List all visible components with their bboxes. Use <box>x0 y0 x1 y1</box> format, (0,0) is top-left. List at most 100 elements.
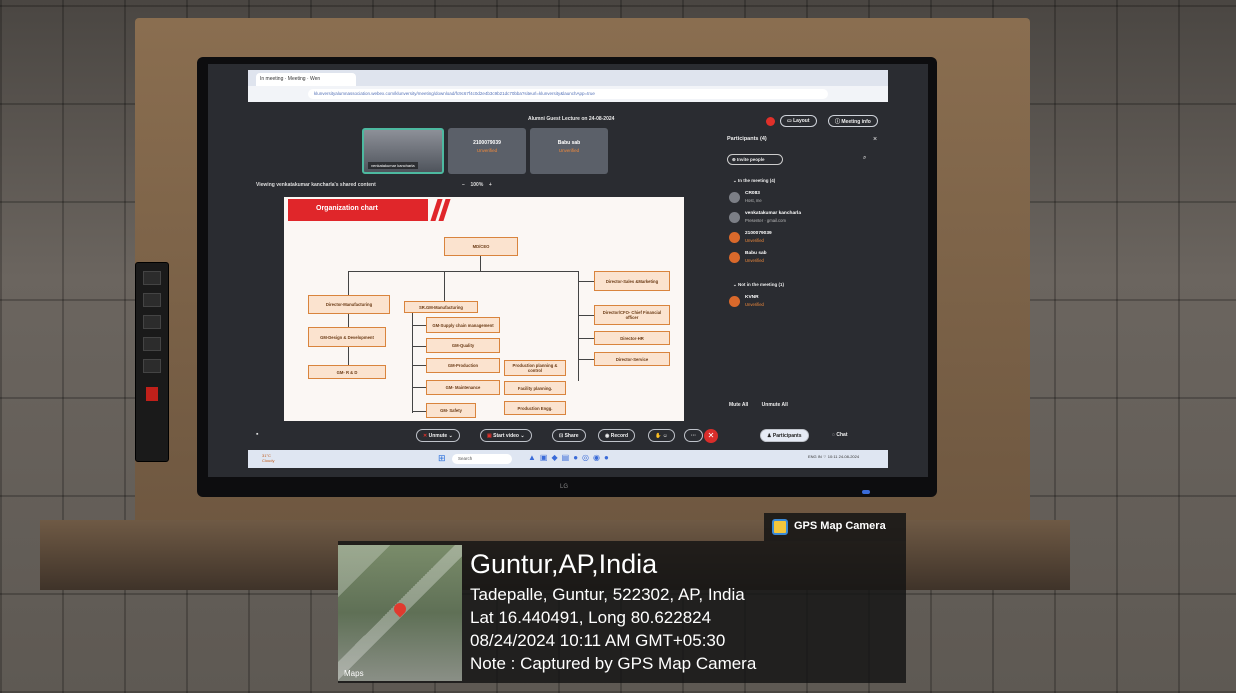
participant-status: Unverified <box>745 238 764 243</box>
participant-item[interactable]: venkatakumar kancharla Presenter · gmail… <box>729 210 879 230</box>
unmute-all-button[interactable]: Unmute All <box>762 402 788 408</box>
participants-button[interactable]: ♟ Participants <box>760 429 809 442</box>
language-indicator[interactable]: ENG IN <box>808 454 822 459</box>
taskbar-search[interactable]: Search <box>452 454 512 464</box>
org-connector <box>578 271 579 381</box>
participant-name: CR083 <box>745 191 760 196</box>
org-connector <box>412 387 426 388</box>
tv-screen: In meeting · Meeting · Wen klunversityal… <box>208 64 928 477</box>
zoom-in-button[interactable]: + <box>489 182 492 188</box>
org-node: Director-Sales &Marketing <box>594 271 670 291</box>
clock-time[interactable]: 10:11 <box>828 454 838 459</box>
chat-button[interactable]: ◌ Chat <box>826 429 854 442</box>
system-tray: ENG IN ⌔ 10:11 24-08-2024 <box>808 454 859 460</box>
record-button[interactable]: ◉ Record <box>598 429 635 442</box>
power-strip <box>135 262 169 462</box>
mute-all-button[interactable]: Mute All <box>729 402 748 408</box>
org-node: Facility planning. <box>504 381 566 395</box>
leave-meeting-button[interactable]: ✕ <box>704 429 718 443</box>
unmute-button[interactable]: ✕ Unmute ⌄ <box>416 429 460 442</box>
windows-taskbar: 31°C Cloudy ⊞ Search ▲▣◆▤●◎◉● ENG IN ⌔ 1… <box>248 450 888 468</box>
viewing-shared-content-label: Viewing venkatakumar kancharla's shared … <box>256 182 376 188</box>
hand-icon: ✋ ☺ <box>655 433 668 439</box>
participant-name: venkatakumar kancharla <box>745 211 801 216</box>
in-meeting-header[interactable]: ⌄ In the meeting (4) <box>733 178 775 184</box>
avatar <box>729 232 740 243</box>
org-connector <box>578 281 594 282</box>
reactions-button[interactable]: ✋ ☺ <box>648 429 675 442</box>
weather-desc: Cloudy <box>262 458 275 463</box>
video-tile[interactable]: 2100079039 Unverified <box>448 128 526 174</box>
browser-tab-bar: In meeting · Meeting · Wen <box>248 70 888 86</box>
start-video-button[interactable]: ▣ Start video ⌄ <box>480 429 532 442</box>
not-in-meeting-header[interactable]: ⌄ Not in the meeting (1) <box>733 282 784 288</box>
org-connector <box>412 365 426 366</box>
chat-label: Chat <box>836 432 848 438</box>
browser-tab[interactable]: In meeting · Meeting · Wen <box>256 73 356 86</box>
invite-label: Invite people <box>737 157 765 162</box>
share-label: Share <box>564 433 579 439</box>
participant-item[interactable]: CR083 Host, me <box>729 190 879 210</box>
org-node: GM- Safety <box>426 403 476 418</box>
org-connector <box>578 359 594 360</box>
org-node: Production Engg. <box>504 401 566 415</box>
participants-header: Participants (4) <box>727 136 767 142</box>
participants-label: Participants <box>772 433 802 439</box>
layout-label: Layout <box>793 118 810 124</box>
video-tile[interactable]: Babu sab Unverified <box>530 128 608 174</box>
not-in-meeting-label: Not in the meeting (1) <box>738 282 785 287</box>
maps-attribution: Maps <box>344 669 364 678</box>
participant-name: Babu sab <box>745 251 767 256</box>
invite-people-button[interactable]: ⊕ Invite people <box>727 154 783 165</box>
participants-panel: Participants (4) × ⊕ Invite people ⌕ ⌄ I… <box>723 132 891 422</box>
url-field[interactable]: klunversityalumnassociation.webex.com/kl… <box>308 89 828 99</box>
org-connector <box>348 271 578 272</box>
tile-name-label: Babu sab <box>557 140 581 146</box>
in-meeting-label: In the meeting (4) <box>738 178 776 183</box>
participant-item[interactable]: KVNR Unverified <box>729 294 879 314</box>
captions-icon[interactable]: ▪ <box>256 431 258 438</box>
org-connector <box>412 325 426 326</box>
org-node: MD/CEO <box>444 237 518 256</box>
close-icon[interactable]: × <box>873 136 877 143</box>
participant-item[interactable]: 2100079039 Unverified <box>729 230 879 250</box>
org-node: Director-HR <box>594 331 670 345</box>
location-pin-icon <box>391 600 409 618</box>
power-socket <box>143 337 161 351</box>
participant-item[interactable]: Babu sab Unverified <box>729 250 879 270</box>
org-connector <box>412 346 426 347</box>
org-connector <box>412 411 426 412</box>
gps-camera-app-icon <box>772 519 788 535</box>
clock-date[interactable]: 24-08-2024 <box>839 454 859 459</box>
video-tile-presenter[interactable]: venkatakumar kancharla <box>362 128 444 174</box>
tile-status-label: Unverified <box>476 148 498 153</box>
shared-slide: Organization chart MD/CEO Director-Sales… <box>284 197 684 421</box>
meeting-title: Alumni Guest Lecture on 24-08-2024 <box>528 116 615 122</box>
gps-camera-badge-label: GPS Map Camera <box>794 520 886 532</box>
power-socket <box>143 293 161 307</box>
org-node: GM-Design & Development <box>308 327 386 347</box>
taskbar-app-icons[interactable]: ▲▣◆▤●◎◉● <box>528 453 613 462</box>
record-label: Record <box>610 433 628 439</box>
org-connector <box>578 338 594 339</box>
org-node: Director-Service <box>594 352 670 366</box>
tv-power-led <box>862 490 870 494</box>
start-video-label: Start video <box>493 433 519 439</box>
zoom-out-button[interactable]: − <box>462 182 465 188</box>
avatar <box>729 296 740 307</box>
search-icon[interactable]: ⌕ <box>863 155 866 162</box>
layout-button[interactable]: ▭ Layout <box>780 115 817 127</box>
power-socket <box>143 359 161 373</box>
power-switch <box>146 387 158 401</box>
org-node: Director/CFO- Chief Financial officer <box>594 305 670 325</box>
gps-datetime: 08/24/2024 10:11 AM GMT+05:30 <box>470 631 726 650</box>
meeting-info-button[interactable]: ⓘ Meeting info <box>828 115 878 127</box>
org-connector <box>578 315 594 316</box>
windows-start-icon[interactable]: ⊞ <box>438 453 446 464</box>
org-node: Director-Manufacturing <box>308 295 390 314</box>
more-options-button[interactable]: ··· <box>684 429 703 442</box>
meeting-toolbar: ▪ ✕ Unmute ⌄ ▣ Start video ⌄ ⊡ Share ◉ R… <box>248 428 888 446</box>
weather-widget[interactable]: 31°C Cloudy <box>262 453 274 463</box>
share-button[interactable]: ⊡ Share <box>552 429 586 442</box>
zoom-level: 100% <box>470 182 484 188</box>
